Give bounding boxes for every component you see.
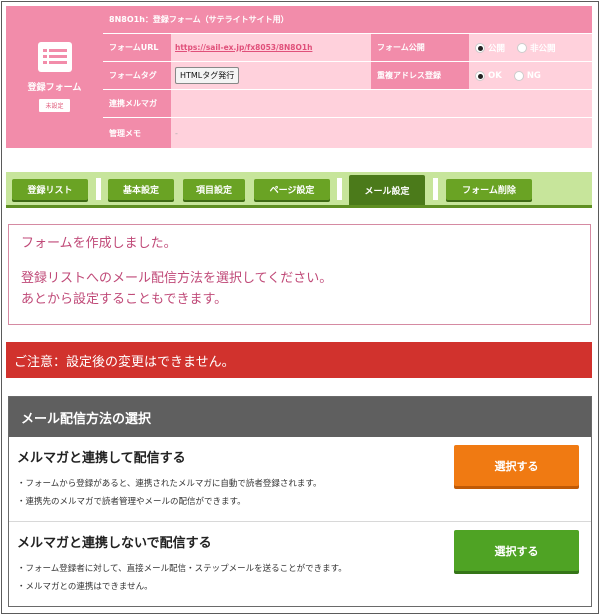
admin-memo-value: - [175,128,178,138]
form-tag-label: フォームタグ [103,62,171,89]
message-line: フォームを作成しました。 [21,236,177,251]
form-info-panel: 登録フォーム 未設定 8N8O1h：登録フォーム（サテライトサイト用） フォーム… [6,6,592,148]
publish-label: フォーム公開 [371,34,469,61]
admin-memo-row: 管理メモ - [103,118,592,148]
option-bullet: ・フォームから登録があると、連携されたメルマガに自動で読者登録されます。 [17,479,322,489]
publish-radio-private[interactable]: 非公開 [517,42,556,54]
publish-radio-group: 公開 非公開 [475,34,556,61]
form-icon-cell: 登録フォーム 未設定 [6,6,103,148]
linked-magazine-label: 連携メルマガ [103,90,171,117]
warning-banner: ご注意：設定後の変更はできません。 [6,342,592,378]
form-icon-title: 登録フォーム [27,83,82,93]
status-badge: 未設定 [39,99,70,112]
select-unlinked-button[interactable]: 選択する [454,530,579,571]
radio-selected-icon [475,42,485,53]
form-url-link[interactable]: https://sail-ex.jp/fx8053/8N8O1h [175,43,312,52]
option-title: メルマガと連携して配信する [17,451,186,466]
duplicate-address-label: 重複アドレス登録 [371,62,469,89]
radio-selected-icon [475,70,485,81]
html-tag-button[interactable]: HTMLタグ発行 [175,67,240,84]
tab-divider [96,178,101,200]
tab-delete-form[interactable]: フォーム削除 [446,179,532,200]
option-unlinked-delivery: メルマガと連携しないで配信する ・フォーム登録者に対して、直接メール配信・ステッ… [9,521,591,604]
form-created-message: フォームを作成しました。 登録リストへのメール配信方法を選択してください。 あと… [8,224,591,325]
select-linked-button[interactable]: 選択する [454,445,579,486]
settings-tab-bar: 登録リスト 基本設定 項目設定 ページ設定 メール設定 フォーム削除 [6,172,592,208]
message-line: あとから設定することもできます。 [21,292,228,307]
radio-unselected-icon [517,42,528,53]
option-linked-delivery: メルマガと連携して配信する ・フォームから登録があると、連携されたメルマガに自動… [9,437,591,520]
option-bullet: ・メルマガとの連携はできません。 [17,582,153,592]
option-title: メルマガと連携しないで配信する [17,536,212,551]
duplicate-radio-group: OK NG [475,62,541,89]
tab-mail-settings[interactable]: メール設定 [349,175,425,205]
duplicate-radio-ok[interactable]: OK [475,70,502,81]
form-title-row: 8N8O1h：登録フォーム（サテライトサイト用） [103,6,592,34]
form-tag-row: フォームタグ HTMLタグ発行 重複アドレス登録 OK NG [103,62,592,90]
linked-magazine-row: 連携メルマガ [103,90,592,118]
tab-register-list[interactable]: 登録リスト [12,179,88,200]
message-line: 登録リストへのメール配信方法を選択してください。 [21,271,333,286]
tab-divider [337,178,342,200]
form-title: 8N8O1h：登録フォーム（サテライトサイト用） [103,6,592,33]
tab-divider [433,178,438,200]
tab-basic-settings[interactable]: 基本設定 [108,179,174,200]
delivery-method-section: メール配信方法の選択 メルマガと連携して配信する ・フォームから登録があると、連… [8,396,592,607]
option-bullet: ・連携先のメルマガで読者管理やメールの配信ができます。 [17,497,246,507]
admin-memo-label: 管理メモ [103,118,171,148]
radio-unselected-icon [513,70,524,81]
form-url-row: フォームURL https://sail-ex.jp/fx8053/8N8O1h… [103,34,592,62]
publish-radio-public[interactable]: 公開 [475,42,505,54]
form-url-label: フォームURL [103,34,171,61]
section-title: メール配信方法の選択 [9,397,591,437]
tab-field-settings[interactable]: 項目設定 [183,179,245,200]
tab-page-settings[interactable]: ページ設定 [254,179,330,200]
option-bullet: ・フォーム登録者に対して、直接メール配信・ステップメールを送ることができます。 [17,564,347,574]
form-list-icon [37,42,72,72]
duplicate-radio-ng[interactable]: NG [513,70,541,81]
